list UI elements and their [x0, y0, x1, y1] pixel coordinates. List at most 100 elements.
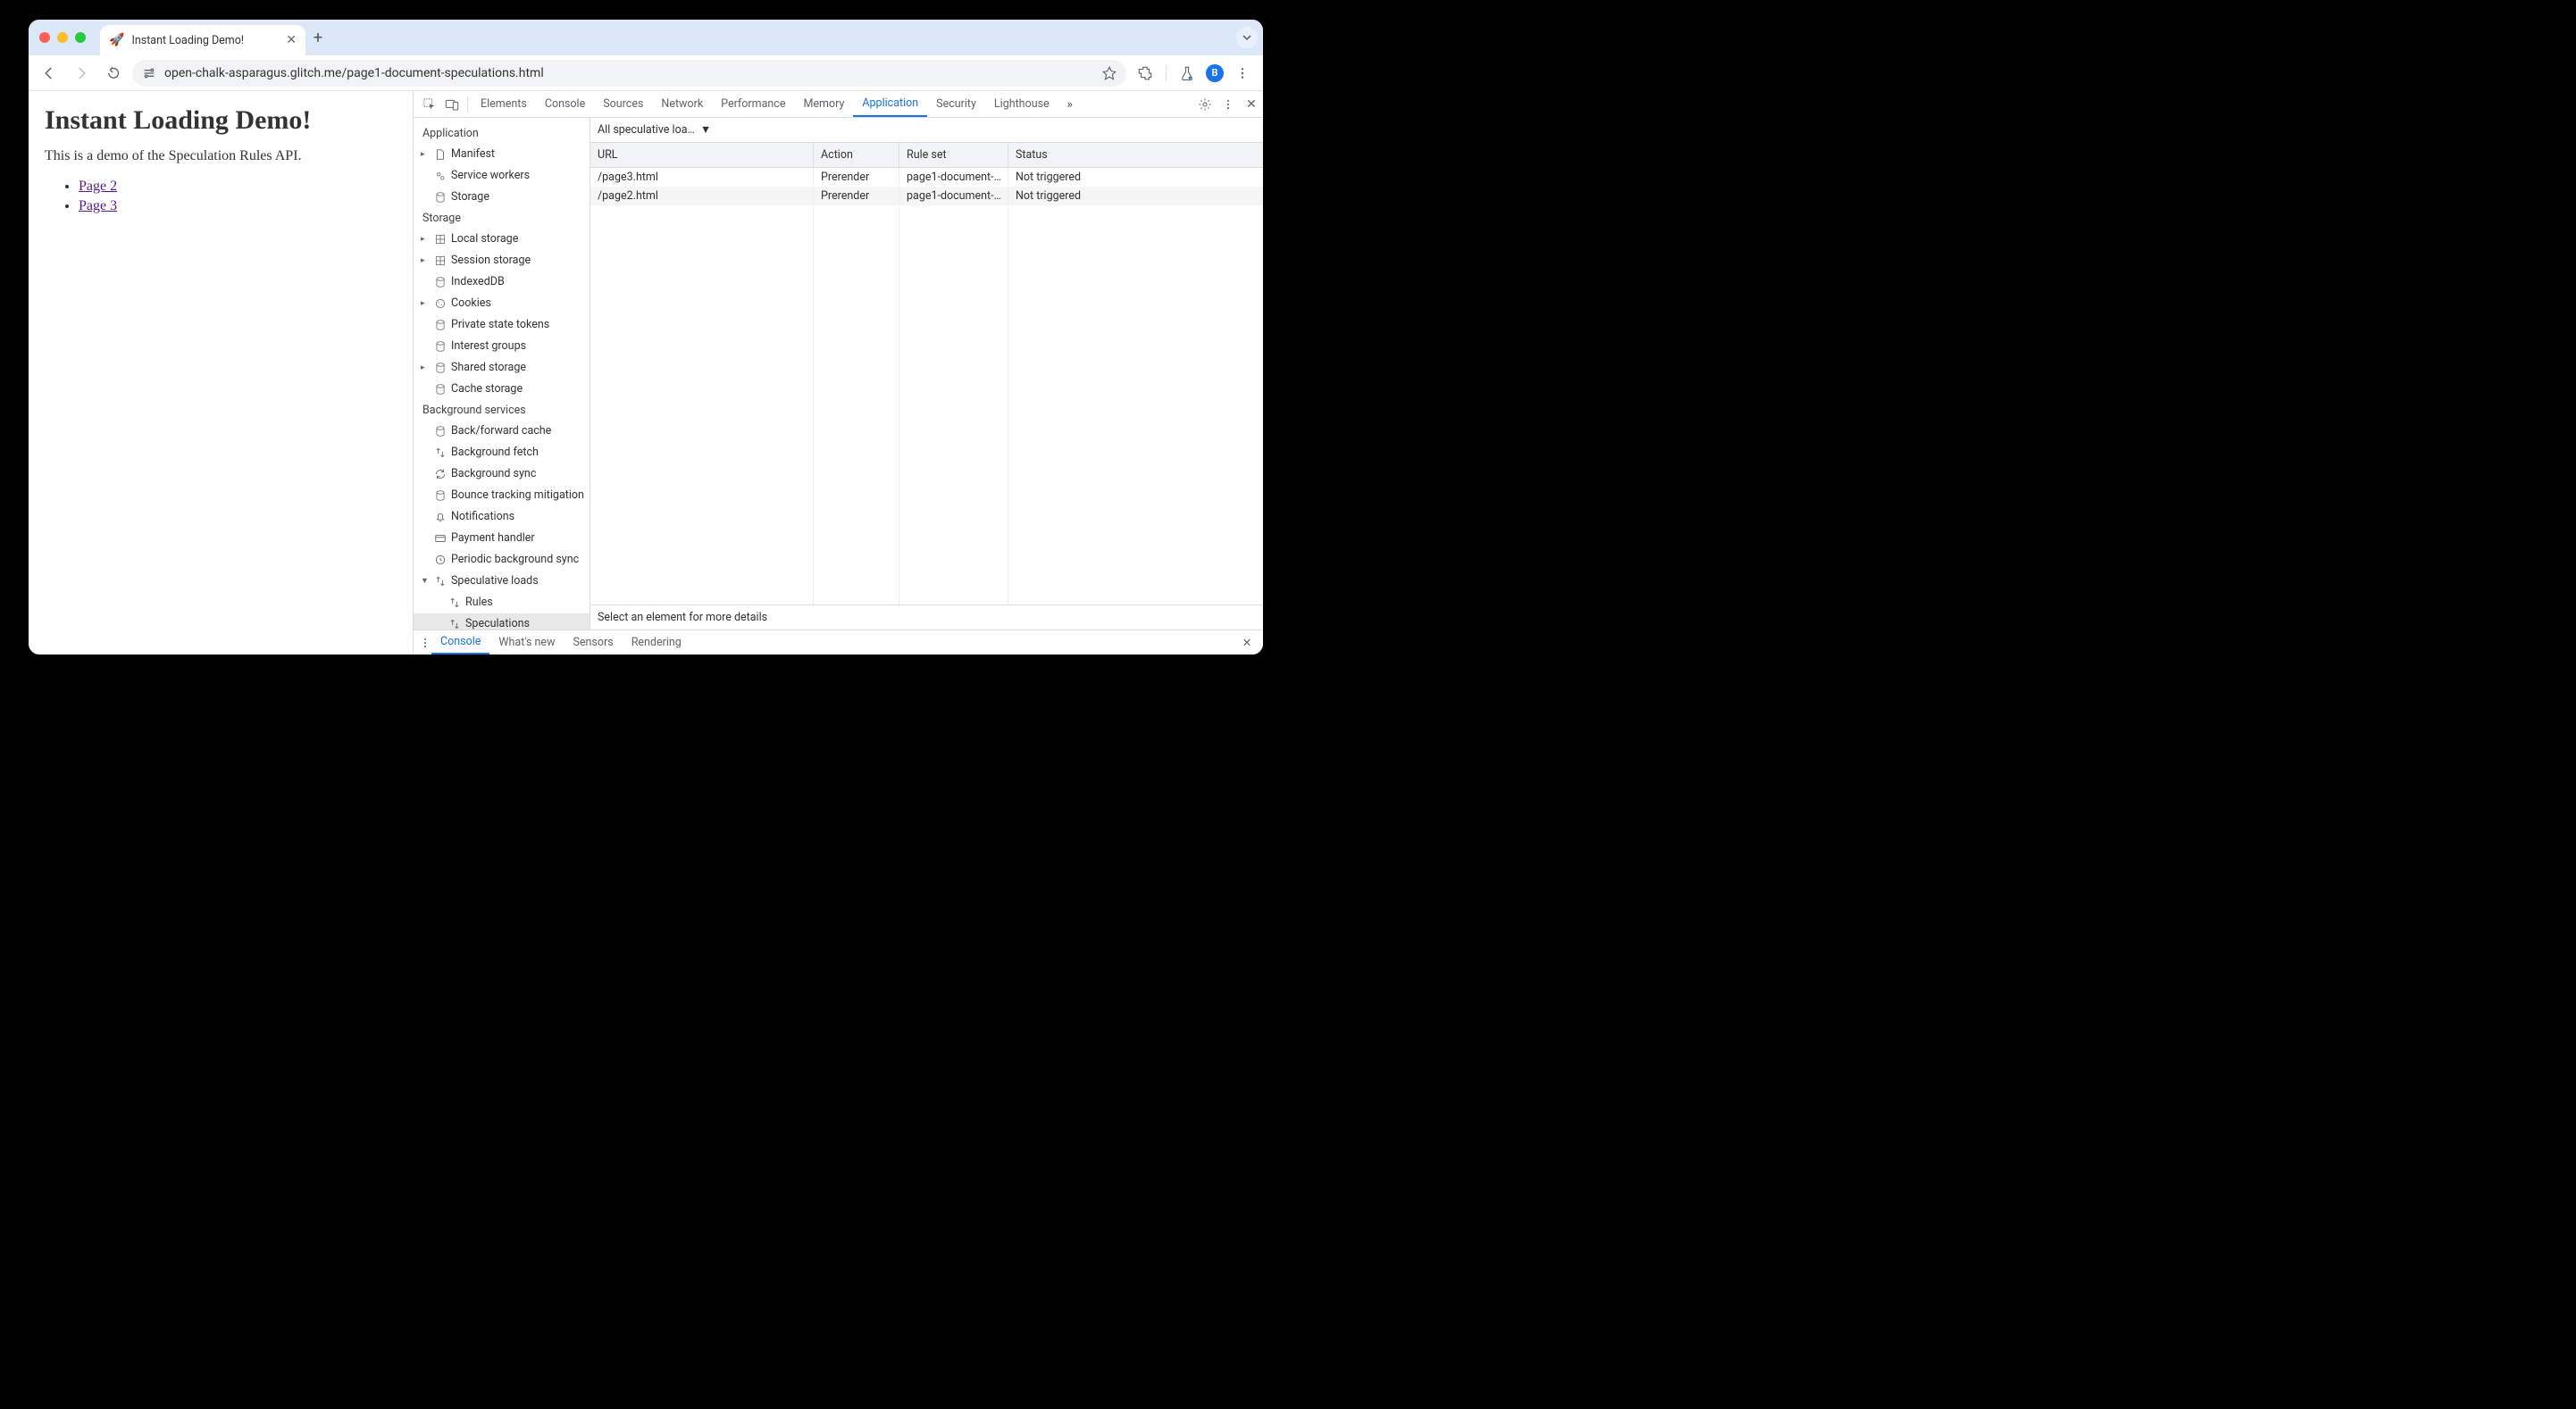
sidebar-item[interactable]: Private state tokens — [414, 314, 590, 336]
bookmark-icon[interactable] — [1101, 65, 1117, 81]
drawer-close-icon[interactable]: ✕ — [1236, 636, 1258, 650]
tree-arrow-icon: ▸ — [421, 359, 430, 377]
drawer-tab-sensors[interactable]: Sensors — [564, 630, 622, 654]
col-header-ruleset[interactable]: Rule set — [899, 143, 1008, 167]
devtools-menu-icon[interactable] — [1217, 98, 1240, 111]
db-icon — [433, 383, 447, 396]
tab-memory[interactable]: Memory — [794, 91, 853, 117]
forward-button[interactable] — [68, 60, 95, 87]
sidebar-item[interactable]: ▸ Shared storage — [414, 357, 590, 379]
close-tab-icon[interactable]: ✕ — [286, 33, 297, 47]
tab-console[interactable]: Console — [536, 91, 594, 117]
sidebar-item[interactable]: Background fetch — [414, 442, 590, 463]
maximize-window-button[interactable] — [75, 32, 86, 43]
browser-window: 🚀 Instant Loading Demo! ✕ + open-chalk-a… — [29, 20, 1263, 654]
tab-network[interactable]: Network — [652, 91, 712, 117]
profile-avatar[interactable]: B — [1206, 64, 1224, 82]
tab-sources[interactable]: Sources — [594, 91, 652, 117]
tab-security[interactable]: Security — [927, 91, 985, 117]
col-header-action[interactable]: Action — [814, 143, 899, 167]
sidebar-item-label: Interest groups — [451, 338, 526, 355]
traffic-lights — [39, 32, 86, 43]
page-link[interactable]: Page 3 — [79, 198, 117, 213]
divider — [467, 96, 468, 113]
drawer-tab-console[interactable]: Console — [431, 630, 489, 654]
sidebar-item[interactable]: Bounce tracking mitigation — [414, 485, 590, 506]
browser-menu-icon[interactable] — [1229, 60, 1256, 87]
table-row[interactable]: /page2.html Prerender page1-document-… N… — [590, 187, 1263, 205]
minimize-window-button[interactable] — [57, 32, 68, 43]
devtools-drawer: Console What's new Sensors Rendering ✕ — [414, 629, 1263, 654]
sidebar-item[interactable]: ▸ Manifest — [414, 144, 590, 165]
sidebar-item[interactable]: Back/forward cache — [414, 421, 590, 442]
sidebar-item[interactable]: ▼Speculative loads — [414, 571, 590, 592]
tab-overflow-button[interactable] — [1236, 27, 1258, 48]
sidebar-item-label: Session storage — [451, 252, 531, 270]
gears-icon — [433, 170, 447, 182]
overflow-tabs-icon[interactable]: » — [1058, 97, 1082, 112]
db-icon — [433, 489, 447, 502]
sidebar-item-label: Service workers — [451, 167, 530, 185]
tab-performance[interactable]: Performance — [712, 91, 794, 117]
labs-icon[interactable] — [1174, 60, 1200, 87]
sidebar-item[interactable]: Payment handler — [414, 528, 590, 549]
content-row: Instant Loading Demo! This is a demo of … — [29, 91, 1263, 654]
sidebar-item[interactable]: ▸Cookies — [414, 293, 590, 314]
col-header-status[interactable]: Status — [1008, 143, 1263, 167]
tab-lighthouse[interactable]: Lighthouse — [985, 91, 1058, 117]
new-tab-button[interactable]: + — [305, 25, 330, 50]
page-intro: This is a demo of the Speculation Rules … — [45, 148, 397, 164]
sidebar-item[interactable]: Storage — [414, 187, 590, 208]
extensions-icon[interactable] — [1132, 60, 1158, 87]
grid-icon — [433, 254, 447, 267]
sidebar-item-label: Cache storage — [451, 380, 523, 398]
application-main: All speculative loa… ▼ URL Action Rule s… — [590, 118, 1263, 629]
sidebar-item[interactable]: Cache storage — [414, 379, 590, 400]
sidebar-item[interactable]: Notifications — [414, 506, 590, 528]
tab-elements[interactable]: Elements — [472, 91, 536, 117]
sidebar-item[interactable]: ▸Local storage — [414, 229, 590, 250]
reload-button[interactable] — [100, 60, 127, 87]
sidebar-item-label: Speculations — [465, 615, 530, 629]
back-button[interactable] — [36, 60, 63, 87]
settings-gear-icon[interactable] — [1193, 97, 1217, 112]
sidebar-group-title: Storage — [414, 208, 590, 229]
sidebar-item[interactable]: ▸Session storage — [414, 250, 590, 271]
sidebar-item[interactable]: Service workers — [414, 165, 590, 187]
drawer-menu-icon[interactable] — [419, 637, 431, 649]
detail-placeholder: Select an element for more details — [590, 604, 1263, 629]
sidebar-subitem[interactable]: Speculations — [414, 613, 590, 629]
sidebar-subitem[interactable]: Rules — [414, 592, 590, 613]
close-window-button[interactable] — [39, 32, 50, 43]
table-body: /page3.html Prerender page1-document-… N… — [590, 168, 1263, 205]
sidebar-item-label: Background sync — [451, 465, 536, 483]
page-link[interactable]: Page 2 — [79, 179, 117, 194]
application-sidebar[interactable]: Application ▸ Manifest Service workers Stora… — [414, 118, 590, 629]
sidebar-item-label: Manifest — [451, 146, 495, 163]
table-row[interactable]: /page3.html Prerender page1-document-… N… — [590, 168, 1263, 187]
sidebar-item[interactable]: Periodic background sync — [414, 549, 590, 571]
device-toggle-icon[interactable] — [440, 98, 464, 111]
arrows-icon — [447, 618, 462, 629]
sidebar-item-label: Shared storage — [451, 359, 526, 377]
drawer-tab-rendering[interactable]: Rendering — [623, 630, 690, 654]
drawer-tab-whatsnew[interactable]: What's new — [489, 630, 564, 654]
close-devtools-icon[interactable]: ✕ — [1240, 97, 1263, 112]
arrows-icon — [433, 575, 447, 588]
browser-tab[interactable]: 🚀 Instant Loading Demo! ✕ — [100, 25, 305, 55]
cell-action: Prerender — [814, 187, 899, 205]
tree-arrow-icon: ▸ — [421, 146, 430, 163]
browser-toolbar: open-chalk-asparagus.glitch.me/page1-doc… — [29, 55, 1263, 91]
sidebar-group-title: Application — [414, 123, 590, 144]
speculation-filter-dropdown[interactable]: All speculative loa… ▼ — [590, 118, 1263, 143]
address-bar[interactable]: open-chalk-asparagus.glitch.me/page1-doc… — [132, 60, 1126, 87]
sidebar-item[interactable]: Interest groups — [414, 336, 590, 357]
page-link-list: Page 2 Page 3 — [45, 177, 397, 217]
sidebar-item[interactable]: IndexedDB — [414, 271, 590, 293]
col-header-url[interactable]: URL — [590, 143, 814, 167]
db-icon — [433, 319, 447, 331]
sidebar-item[interactable]: Background sync — [414, 463, 590, 485]
tab-application[interactable]: Application — [853, 91, 927, 117]
site-settings-icon[interactable] — [141, 65, 157, 81]
inspect-element-icon[interactable] — [417, 97, 440, 111]
